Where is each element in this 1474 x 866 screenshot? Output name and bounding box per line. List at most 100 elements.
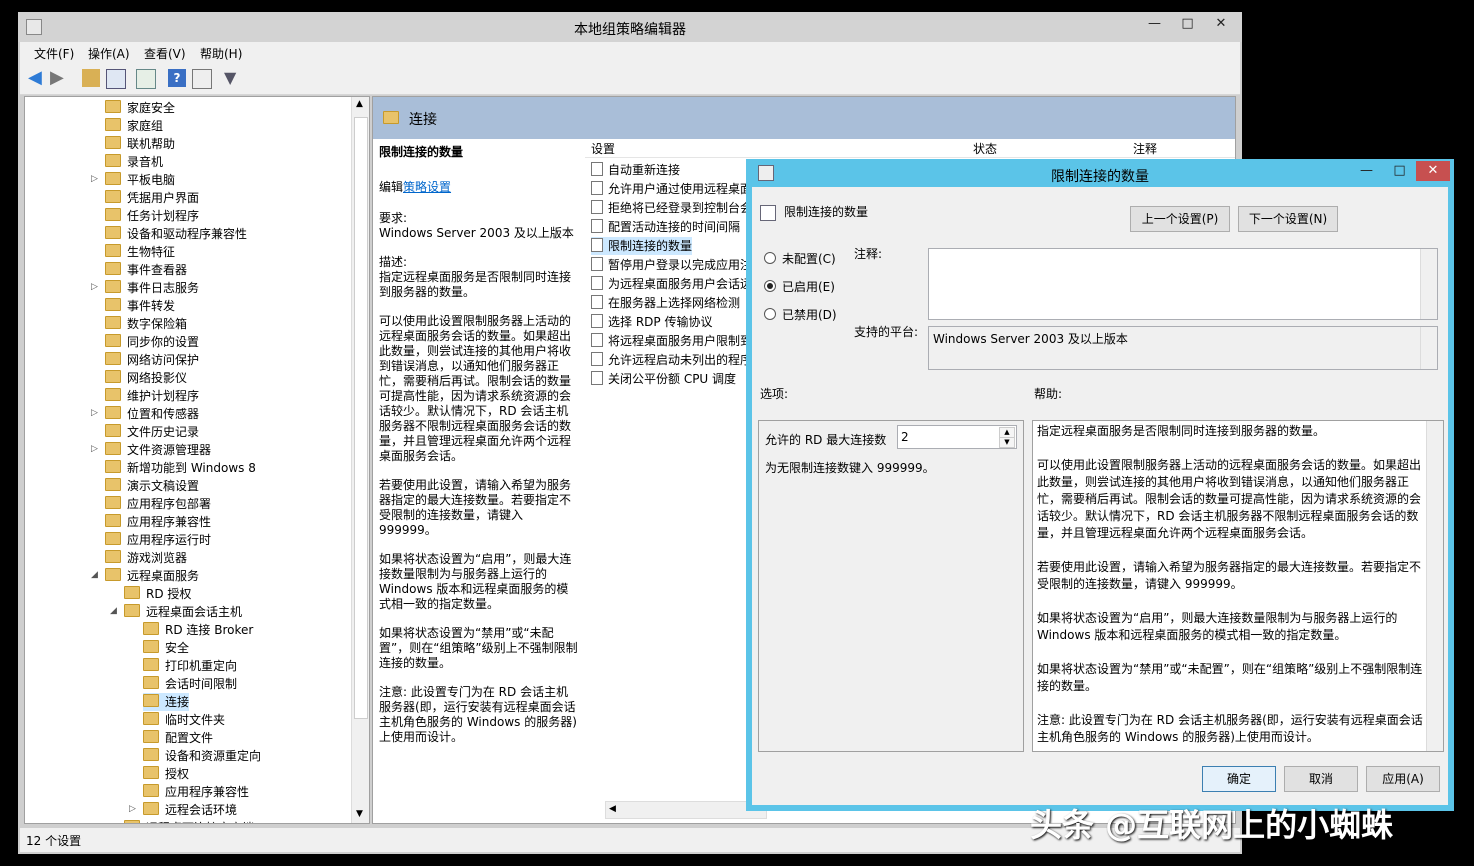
tree-item[interactable]: 应用程序运行时 (105, 531, 211, 549)
tree-item[interactable]: 游戏浏览器 (105, 549, 187, 567)
dialog-maximize-icon[interactable]: □ (1383, 161, 1416, 181)
tree-item[interactable]: RD 授权 (124, 585, 191, 603)
setting-row[interactable]: 拒绝将已经登录到控制台会 (591, 199, 752, 217)
expand-arrow-icon[interactable]: ◢ (110, 606, 117, 616)
setting-row[interactable]: 暂停用户登录以完成应用注 (591, 256, 752, 274)
setting-row[interactable]: 配置活动连接的时间间隔 (591, 218, 740, 236)
scroll-up-icon[interactable]: ▲ (356, 99, 363, 109)
tree-item[interactable]: 位置和传感器 (105, 405, 199, 423)
tree-item[interactable]: 事件查看器 (105, 261, 187, 279)
tree-item[interactable]: 连接 (143, 693, 190, 711)
tree-item[interactable]: 新增功能到 Windows 8 (105, 459, 256, 477)
menu-view[interactable]: 查看(V) (144, 45, 186, 62)
col-state[interactable]: 状态 (973, 140, 997, 157)
expand-arrow-icon[interactable]: ▷ (129, 804, 136, 814)
apply-button[interactable]: 应用(A) (1366, 766, 1440, 792)
help-scrollbar[interactable] (1426, 421, 1443, 751)
tree-item[interactable]: 生物特征 (105, 243, 175, 261)
setting-row[interactable]: 将远程桌面服务用户限制到 (591, 332, 752, 350)
tree-item[interactable]: 远程桌面会话主机 (124, 603, 242, 621)
tree-scrollbar[interactable]: ▲ ▼ (351, 97, 369, 823)
tree-item[interactable]: 网络访问保护 (105, 351, 199, 369)
filter-icon[interactable]: ▼ (224, 69, 242, 87)
tree-item[interactable]: 联机帮助 (105, 135, 175, 153)
tree-item[interactable]: 设备和驱动程序兼容性 (105, 225, 247, 243)
setting-row[interactable]: 选择 RDP 传输协议 (591, 313, 712, 331)
tree-item[interactable]: 文件历史记录 (105, 423, 199, 441)
tree-item[interactable]: 录音机 (105, 153, 163, 171)
dialog-close-icon[interactable]: ✕ (1416, 161, 1450, 181)
tree-item[interactable]: RD 连接 Broker (143, 621, 253, 639)
tree-item[interactable]: 应用程序包部署 (105, 495, 211, 513)
max-connections-value[interactable]: 2 (901, 430, 909, 444)
menu-help[interactable]: 帮助(H) (200, 45, 242, 62)
col-setting[interactable]: 设置 (591, 140, 615, 157)
tree-item[interactable]: 同步你的设置 (105, 333, 199, 351)
scroll-down-icon[interactable]: ▼ (356, 809, 363, 819)
comment-textarea[interactable] (928, 248, 1438, 320)
radio-enabled-label[interactable]: 已启用(E) (782, 278, 835, 295)
expand-arrow-icon[interactable]: ▷ (91, 444, 98, 454)
menu-action[interactable]: 操作(A) (88, 45, 130, 62)
radio-enabled[interactable] (764, 280, 776, 292)
main-title-bar[interactable]: 本地组策略编辑器 — □ ✕ (18, 12, 1242, 42)
close-icon[interactable]: ✕ (1204, 14, 1238, 34)
radio-not-configured-label[interactable]: 未配置(C) (782, 250, 836, 267)
tree-item[interactable]: 凭据用户界面 (105, 189, 199, 207)
dialog-minimize-icon[interactable]: — (1350, 161, 1383, 181)
max-connections-spinner[interactable]: 2 ▲ ▼ (897, 425, 1017, 449)
expand-arrow-icon[interactable]: ▷ (91, 174, 98, 184)
show-hide-tree-icon[interactable] (106, 69, 126, 89)
tab-standard[interactable]: 标准 (417, 821, 441, 823)
export-list-icon[interactable] (136, 69, 156, 89)
cancel-button[interactable]: 取消 (1284, 766, 1358, 792)
tree-item[interactable]: 家庭安全 (105, 99, 175, 117)
tree-item[interactable]: 任务计划程序 (105, 207, 199, 225)
setting-row[interactable]: 关闭公平份额 CPU 调度 (591, 370, 736, 388)
help-icon[interactable]: ? (168, 69, 186, 87)
expand-arrow-icon[interactable]: ▷ (91, 408, 98, 418)
comment-scrollbar[interactable] (1420, 249, 1437, 319)
tree-item[interactable]: 数字保险箱 (105, 315, 187, 333)
properties-icon[interactable] (192, 69, 212, 89)
tree-item[interactable]: 安全 (143, 639, 189, 657)
setting-row[interactable]: 自动重新连接 (591, 161, 680, 179)
expand-arrow-icon[interactable]: ▷ (91, 282, 98, 292)
next-setting-button[interactable]: 下一个设置(N) (1238, 206, 1338, 232)
setting-row[interactable]: 允许用户通过使用远程桌面 (591, 180, 752, 198)
expand-arrow-icon[interactable]: ◢ (91, 570, 98, 580)
tree-item[interactable]: 网络投影仪 (105, 369, 187, 387)
tree-item[interactable]: 临时文件夹 (143, 711, 225, 729)
tree-item[interactable]: 会话时间限制 (143, 675, 237, 693)
setting-row[interactable]: 允许远程启动未列出的程序 (591, 351, 752, 369)
ok-button[interactable]: 确定 (1202, 766, 1276, 792)
col-comment[interactable]: 注释 (1133, 140, 1157, 157)
tree-item[interactable]: 平板电脑 (105, 171, 175, 189)
horizontal-scrollbar[interactable]: ◀ (605, 801, 767, 819)
up-folder-icon[interactable] (82, 69, 100, 87)
tree-item[interactable]: 远程会话环境 (143, 801, 237, 819)
tree-item[interactable]: 文件资源管理器 (105, 441, 211, 459)
radio-disabled[interactable] (764, 308, 776, 320)
edit-policy-link[interactable]: 策略设置 (403, 180, 451, 194)
expand-arrow-icon[interactable]: ▷ (110, 822, 117, 823)
tree-item[interactable]: 演示文稿设置 (105, 477, 199, 495)
platform-scrollbar[interactable] (1420, 327, 1437, 369)
tree-item[interactable]: 打印机重定向 (143, 657, 237, 675)
tree-item[interactable]: 设备和资源重定向 (143, 747, 261, 765)
radio-disabled-label[interactable]: 已禁用(D) (782, 306, 837, 323)
tree-item[interactable]: 远程桌面连接客户端 (124, 819, 254, 823)
tree-item[interactable]: 授权 (143, 765, 189, 783)
setting-row[interactable]: 在服务器上选择网络检测 (591, 294, 740, 312)
maximize-icon[interactable]: □ (1171, 14, 1204, 34)
tree-item[interactable]: 事件日志服务 (105, 279, 199, 297)
setting-row-selected[interactable]: 限制连接的数量 (591, 237, 693, 255)
previous-setting-button[interactable]: 上一个设置(P) (1130, 206, 1230, 232)
tree-item[interactable]: 事件转发 (105, 297, 175, 315)
menu-file[interactable]: 文件(F) (34, 45, 74, 62)
radio-not-configured[interactable] (764, 252, 776, 264)
tab-extended[interactable]: 扩展 (381, 821, 405, 823)
setting-row[interactable]: 为远程桌面服务用户会话远 (591, 275, 752, 293)
minimize-icon[interactable]: — (1138, 14, 1171, 34)
tree-item[interactable]: 维护计划程序 (105, 387, 199, 405)
